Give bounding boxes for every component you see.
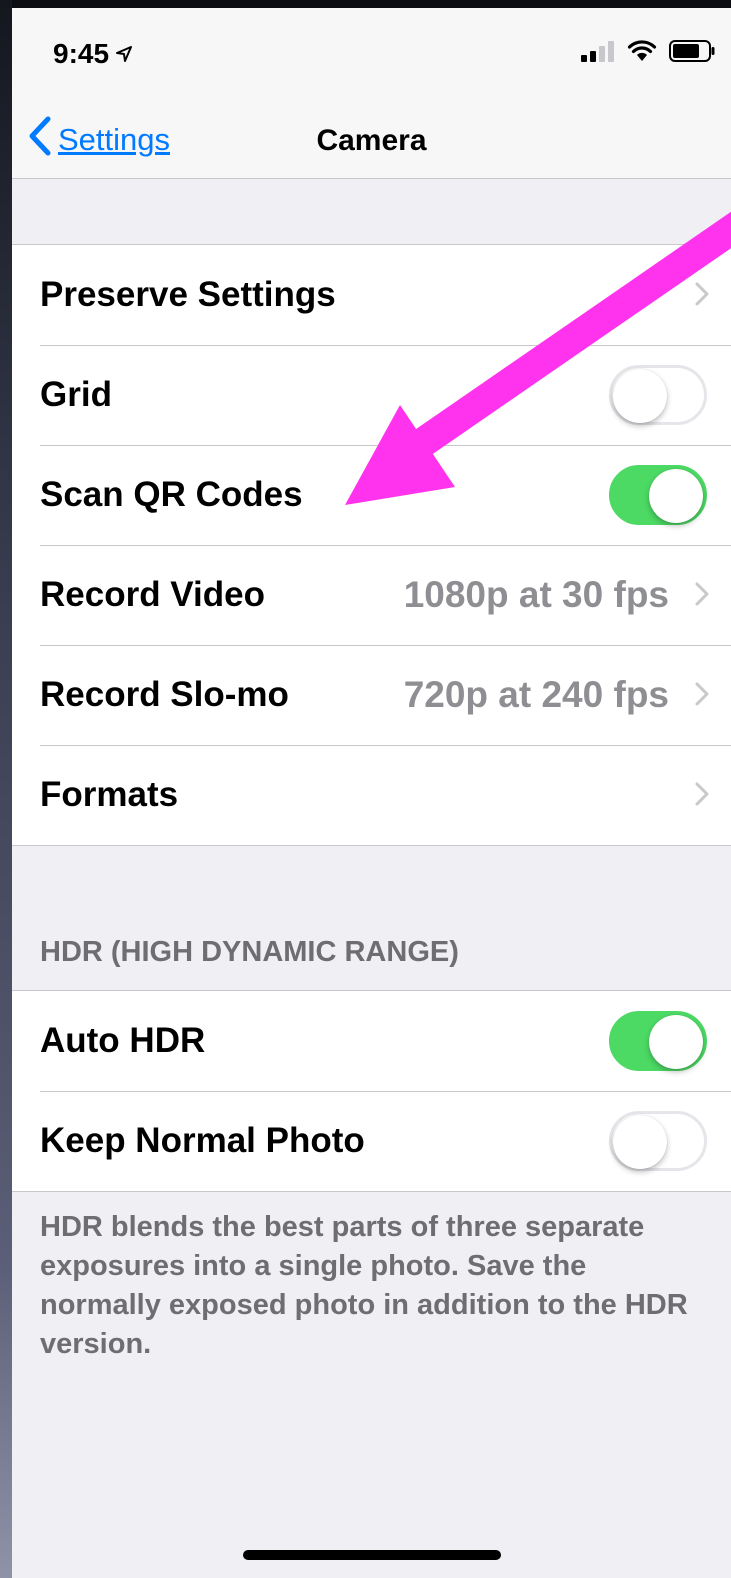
arrow-shaft	[406, 211, 731, 461]
annotation-arrow	[345, 211, 731, 505]
